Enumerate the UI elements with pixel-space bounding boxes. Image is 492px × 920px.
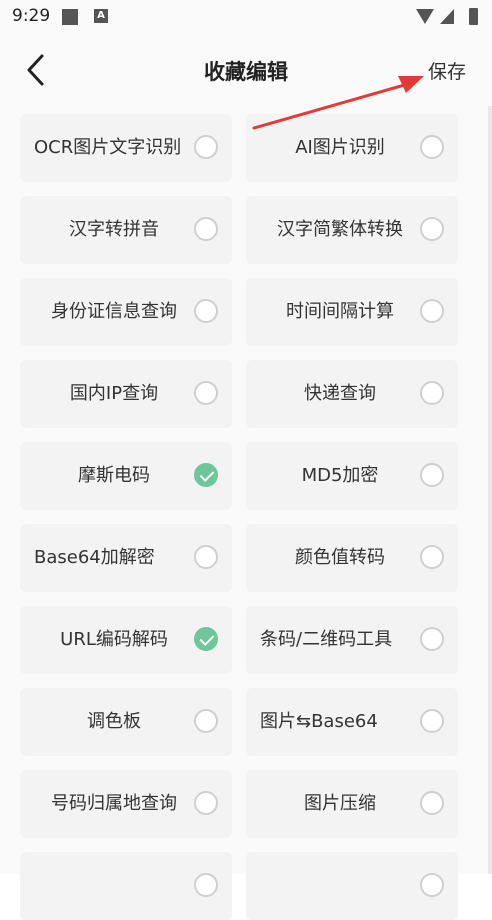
- favorite-item-label: 摩斯电码: [78, 465, 150, 486]
- favorite-item[interactable]: OCR图片文字识别: [20, 114, 232, 182]
- favorite-item[interactable]: 图片压缩: [246, 770, 458, 838]
- unchecked-circle-icon[interactable]: [194, 791, 218, 815]
- checked-circle-icon[interactable]: [194, 627, 218, 651]
- favorite-item-label: AI图片识别: [295, 137, 385, 158]
- favorite-item-label: 汉字简繁体转换: [277, 219, 403, 240]
- notification-square-icon: [62, 9, 78, 25]
- favorite-item[interactable]: 条码/二维码工具: [246, 606, 458, 674]
- wifi-icon: [416, 9, 434, 24]
- unchecked-circle-icon[interactable]: [420, 463, 444, 487]
- notification-app-icon: A: [94, 9, 108, 23]
- save-button[interactable]: 保存: [428, 57, 466, 84]
- favorite-item-label: OCR图片文字识别: [34, 137, 182, 158]
- favorite-item-label: 汉字转拼音: [69, 219, 159, 240]
- favorite-item[interactable]: AI图片识别: [246, 114, 458, 182]
- favorite-item-label: 图片压缩: [304, 793, 376, 814]
- favorite-item[interactable]: 号码归属地查询: [20, 770, 232, 838]
- unchecked-circle-icon[interactable]: [420, 217, 444, 241]
- favorite-item[interactable]: 身份证信息查询: [20, 278, 232, 346]
- favorite-item[interactable]: [20, 852, 232, 920]
- favorites-grid: OCR图片文字识别 AI图片识别汉字转拼音 汉字简繁体转换身份证信息查询 时间间隔计算…: [0, 106, 492, 920]
- unchecked-circle-icon[interactable]: [194, 299, 218, 323]
- unchecked-circle-icon[interactable]: [194, 545, 218, 569]
- favorite-item-label: 国内IP查询: [69, 383, 159, 404]
- unchecked-circle-icon[interactable]: [420, 299, 444, 323]
- favorite-item-label: MD5加密: [301, 465, 379, 486]
- favorite-item-label: 身份证信息查询: [51, 301, 177, 322]
- unchecked-circle-icon[interactable]: [420, 545, 444, 569]
- unchecked-circle-icon[interactable]: [194, 135, 218, 159]
- header: 收藏编辑 保存: [0, 34, 492, 106]
- favorite-item-label: [260, 852, 420, 920]
- favorite-item[interactable]: MD5加密: [246, 442, 458, 510]
- favorite-item-label: URL编码解码: [60, 629, 168, 650]
- favorite-item[interactable]: URL编码解码: [20, 606, 232, 674]
- unchecked-circle-icon[interactable]: [194, 217, 218, 241]
- favorite-item[interactable]: 国内IP查询: [20, 360, 232, 428]
- favorite-item[interactable]: 时间间隔计算: [246, 278, 458, 346]
- favorite-item-label: 条码/二维码工具: [260, 629, 393, 650]
- favorite-item[interactable]: [246, 852, 458, 920]
- unchecked-circle-icon[interactable]: [420, 135, 444, 159]
- unchecked-circle-icon[interactable]: [194, 709, 218, 733]
- favorite-item-label: Base64加解密: [34, 547, 155, 568]
- unchecked-circle-icon[interactable]: [194, 873, 218, 897]
- favorite-item-label: 时间间隔计算: [286, 301, 394, 322]
- favorite-item[interactable]: 汉字简繁体转换: [246, 196, 458, 264]
- unchecked-circle-icon[interactable]: [420, 381, 444, 405]
- status-time: 9:29: [12, 6, 51, 26]
- favorite-item[interactable]: Base64加解密: [20, 524, 232, 592]
- unchecked-circle-icon[interactable]: [420, 709, 444, 733]
- favorite-item-label: 号码归属地查询: [51, 793, 177, 814]
- unchecked-circle-icon[interactable]: [420, 873, 444, 897]
- signal-icon: [440, 9, 454, 24]
- favorite-item[interactable]: 图片⇆Base64: [246, 688, 458, 756]
- favorite-item-label: 图片⇆Base64: [260, 711, 378, 732]
- favorite-item[interactable]: 颜色值转码: [246, 524, 458, 592]
- favorite-item[interactable]: 汉字转拼音: [20, 196, 232, 264]
- favorite-item-label: [34, 852, 194, 920]
- favorite-item[interactable]: 调色板: [20, 688, 232, 756]
- battery-icon: [469, 8, 478, 25]
- unchecked-circle-icon[interactable]: [420, 791, 444, 815]
- checked-circle-icon[interactable]: [194, 463, 218, 487]
- right-edge-divider: [488, 106, 492, 874]
- favorite-item-label: 快递查询: [304, 383, 376, 404]
- favorite-item[interactable]: 摩斯电码: [20, 442, 232, 510]
- unchecked-circle-icon[interactable]: [420, 627, 444, 651]
- favorite-item-label: 调色板: [87, 711, 141, 732]
- favorite-item-label: 颜色值转码: [295, 547, 385, 568]
- status-bar: 9:29 A: [0, 0, 492, 34]
- page-title: 收藏编辑: [204, 60, 288, 84]
- unchecked-circle-icon[interactable]: [194, 381, 218, 405]
- favorite-item[interactable]: 快递查询: [246, 360, 458, 428]
